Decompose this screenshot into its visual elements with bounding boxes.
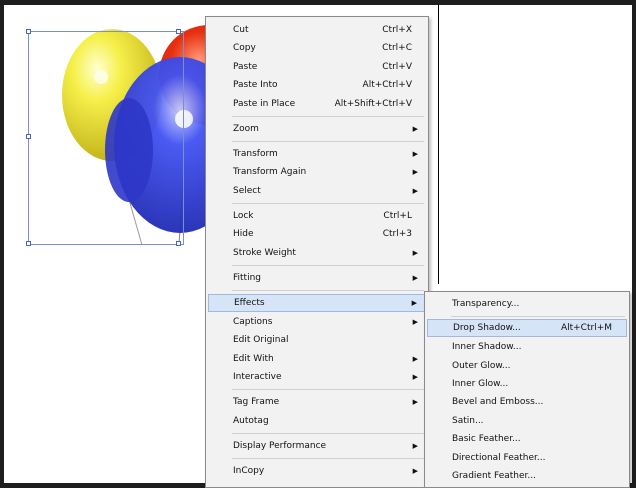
context-menu: Cut Ctrl+X Copy Ctrl+C Paste Ctrl+V Paste I… [205,16,429,488]
menu-item-tag-frame[interactable]: Tag Frame ▶ [208,393,426,411]
resize-handle[interactable] [26,241,31,246]
menu-separator [232,433,424,434]
menu-item-interactive[interactable]: Interactive ▶ [208,368,426,386]
menu-separator [232,141,424,142]
menu-item-select[interactable]: Select ▶ [208,182,426,200]
menu-item-edit-with[interactable]: Edit With ▶ [208,350,426,368]
submenu-item-directional-feather[interactable]: Directional Feather... [427,449,627,467]
submenu-item-inner-glow[interactable]: Inner Glow... [427,375,627,393]
menu-separator [232,265,424,266]
menu-item-zoom[interactable]: Zoom ▶ [208,120,426,138]
menu-item-hide[interactable]: Hide Ctrl+3 [208,225,426,243]
menu-separator [232,203,424,204]
menu-item-paste[interactable]: Paste Ctrl+V [208,58,426,76]
menu-separator [451,316,625,317]
submenu-item-satin[interactable]: Satin... [427,412,627,430]
menu-item-incopy[interactable]: InCopy ▶ [208,462,426,480]
submenu-item-outer-glow[interactable]: Outer Glow... [427,357,627,375]
submenu-arrow-icon: ▶ [412,168,418,176]
menu-item-lock[interactable]: Lock Ctrl+L [208,207,426,225]
submenu-arrow-icon: ▶ [412,125,418,133]
menu-item-fitting[interactable]: Fitting ▶ [208,269,426,287]
menu-item-effects[interactable]: Effects ▶ [208,294,426,312]
submenu-item-bevel-emboss[interactable]: Bevel and Emboss... [427,393,627,411]
resize-handle[interactable] [176,29,181,34]
menu-item-display-performance[interactable]: Display Performance ▶ [208,437,426,455]
menu-item-captions[interactable]: Captions ▶ [208,313,426,331]
resize-handle[interactable] [26,29,31,34]
submenu-arrow-icon: ▶ [412,187,418,195]
resize-handle[interactable] [26,134,31,139]
menu-item-autotag[interactable]: Autotag [208,412,426,430]
submenu-item-transparency[interactable]: Transparency... [427,295,627,313]
menu-item-paste-into[interactable]: Paste Into Alt+Ctrl+V [208,76,426,94]
menu-separator [232,116,424,117]
submenu-arrow-icon: ▶ [412,398,418,406]
submenu-arrow-icon: ▶ [411,299,417,307]
page-edge-line [438,5,439,284]
menu-separator [232,458,424,459]
menu-item-edit-original[interactable]: Edit Original [208,331,426,349]
effects-submenu: Transparency... Drop Shadow... Alt+Ctrl+M… [424,291,630,488]
submenu-arrow-icon: ▶ [412,355,418,363]
menu-item-stroke-weight[interactable]: Stroke Weight ▶ [208,244,426,262]
resize-handle[interactable] [176,241,181,246]
submenu-item-gradient-feather[interactable]: Gradient Feather... [427,467,627,485]
menu-item-transform[interactable]: Transform ▶ [208,145,426,163]
submenu-arrow-icon: ▶ [412,467,418,475]
submenu-arrow-icon: ▶ [412,318,418,326]
menu-separator [232,389,424,390]
submenu-item-inner-shadow[interactable]: Inner Shadow... [427,338,627,356]
menu-item-cut[interactable]: Cut Ctrl+X [208,21,426,39]
menu-item-copy[interactable]: Copy Ctrl+C [208,39,426,57]
menu-item-paste-in-place[interactable]: Paste in Place Alt+Shift+Ctrl+V [208,95,426,113]
submenu-arrow-icon: ▶ [412,373,418,381]
submenu-arrow-icon: ▶ [412,150,418,158]
menu-item-transform-again[interactable]: Transform Again ▶ [208,163,426,181]
selection-frame[interactable] [28,31,184,245]
submenu-item-drop-shadow[interactable]: Drop Shadow... Alt+Ctrl+M [427,319,627,337]
submenu-item-basic-feather[interactable]: Basic Feather... [427,430,627,448]
menu-separator [232,290,424,291]
submenu-arrow-icon: ▶ [412,442,418,450]
submenu-arrow-icon: ▶ [412,274,418,282]
submenu-arrow-icon: ▶ [412,249,418,257]
